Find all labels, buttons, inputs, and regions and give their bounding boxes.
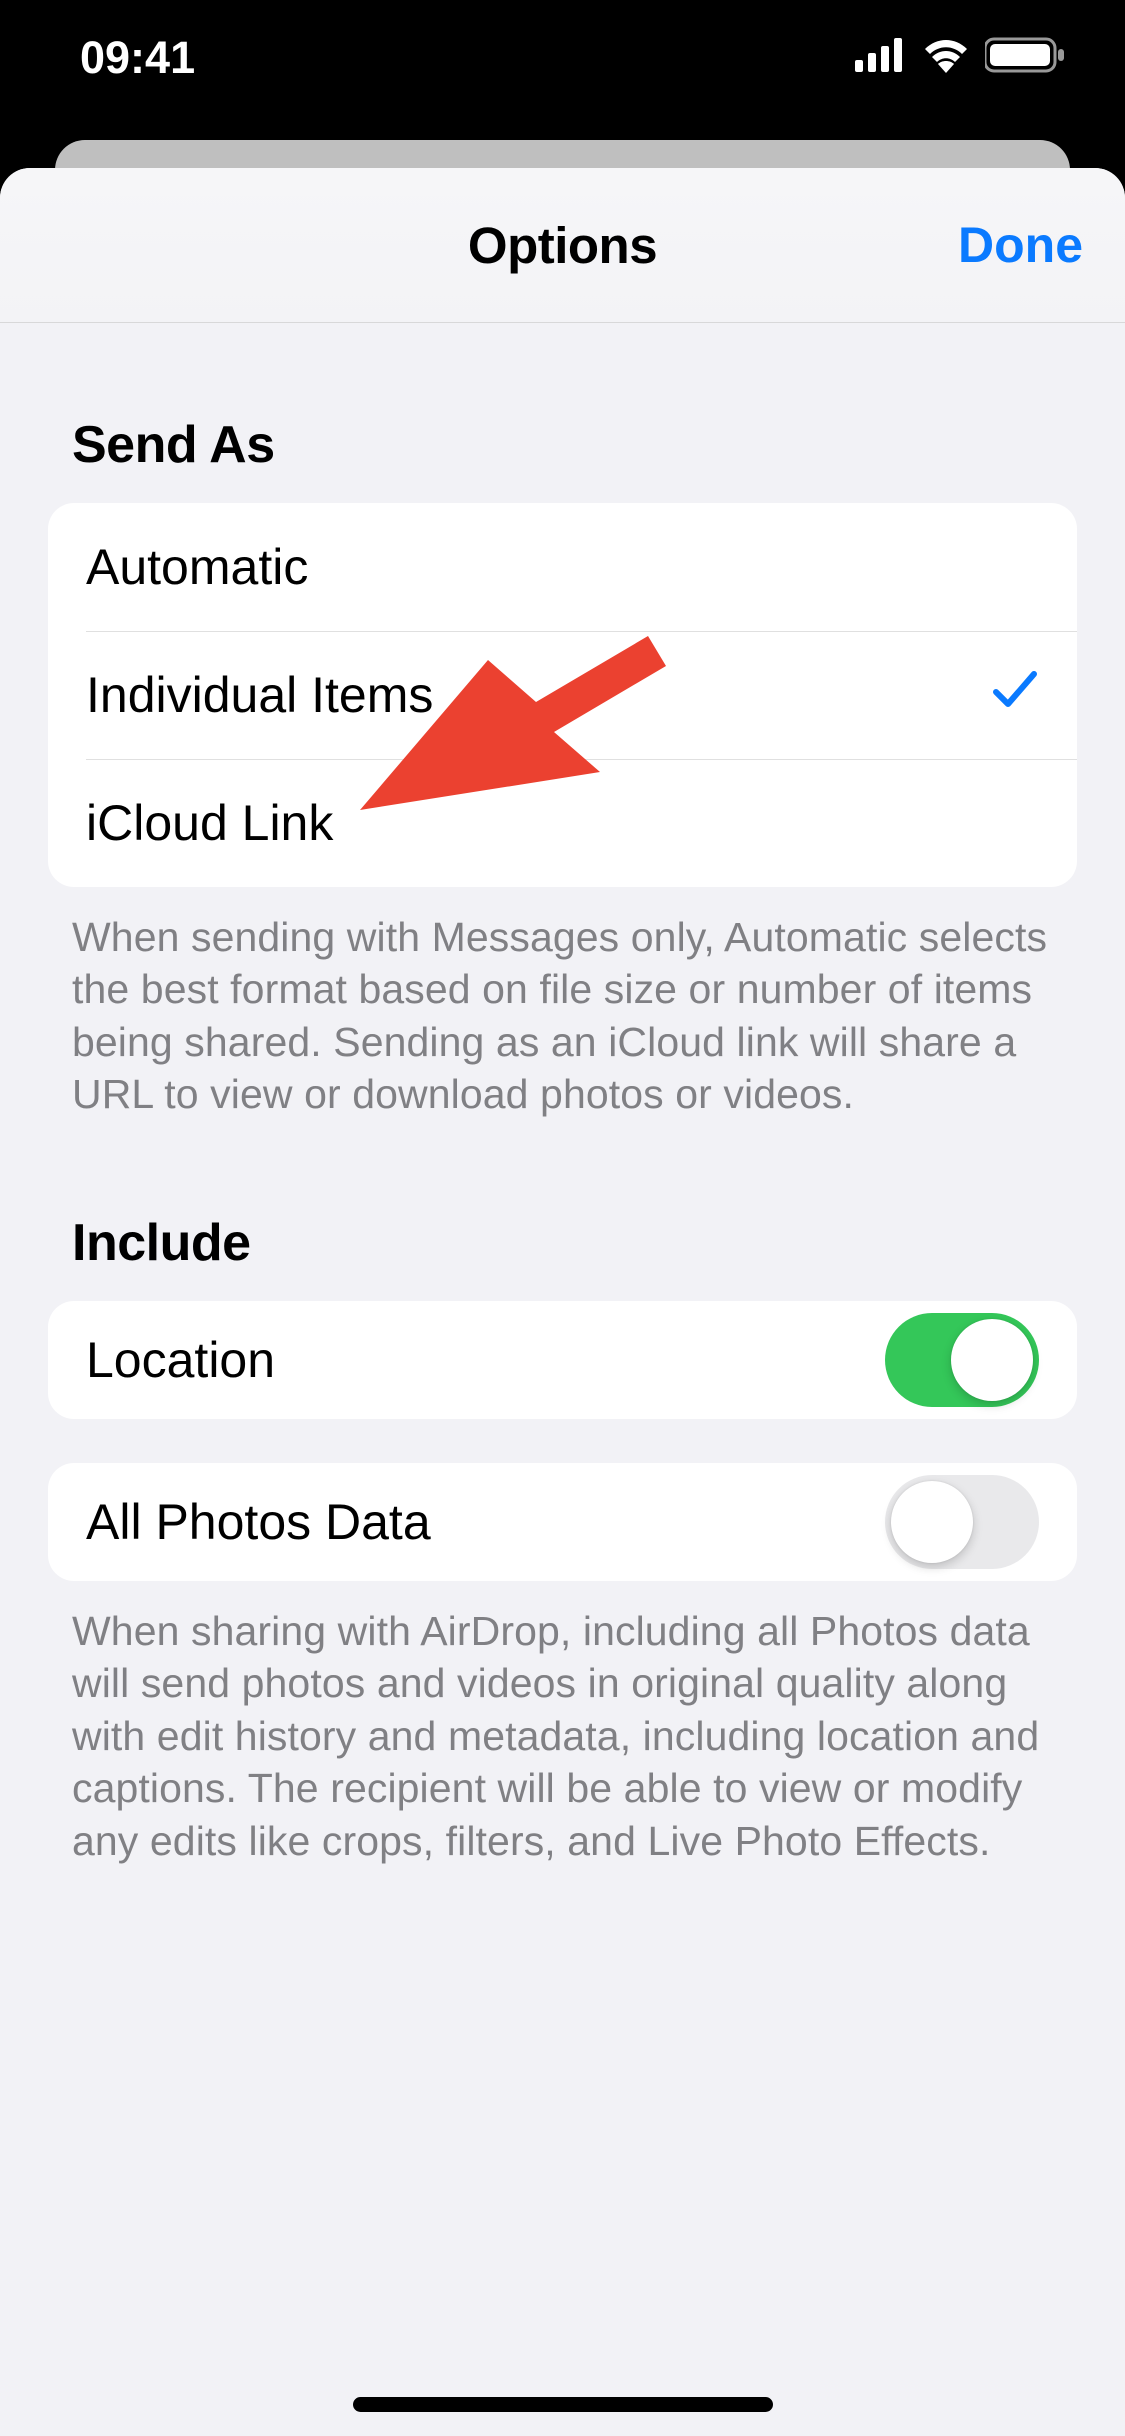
toggle-knob (891, 1481, 973, 1563)
include-location-group: Location (48, 1301, 1077, 1419)
all-photos-data-row: All Photos Data (48, 1463, 1077, 1581)
send-as-list: Automatic Individual Items iCloud Link (48, 503, 1077, 887)
all-photos-data-label: All Photos Data (86, 1493, 431, 1551)
option-label: iCloud Link (86, 794, 333, 852)
page-title: Options (468, 216, 657, 275)
option-automatic[interactable]: Automatic (48, 503, 1077, 631)
include-header: Include (72, 1213, 1077, 1273)
location-label: Location (86, 1331, 275, 1389)
send-as-header: Send As (72, 415, 1077, 475)
include-all-photos-data-group: All Photos Data (48, 1463, 1077, 1581)
option-label: Automatic (86, 538, 308, 596)
option-icloud-link[interactable]: iCloud Link (48, 759, 1077, 887)
nav-bar: Options Done (0, 168, 1125, 323)
option-label: Individual Items (86, 666, 433, 724)
location-toggle[interactable] (885, 1313, 1039, 1407)
content: Send As Automatic Individual Items iClou… (0, 415, 1125, 1867)
status-time: 09:41 (80, 32, 195, 84)
home-indicator[interactable] (353, 2397, 773, 2412)
send-as-footer: When sending with Messages only, Automat… (48, 887, 1077, 1121)
wifi-icon (921, 37, 971, 78)
done-button[interactable]: Done (958, 216, 1083, 274)
all-photos-data-toggle[interactable] (885, 1475, 1039, 1569)
option-individual-items[interactable]: Individual Items (48, 631, 1077, 759)
options-sheet: Options Done Send As Automatic Individua… (0, 168, 1125, 2436)
toggle-knob (951, 1319, 1033, 1401)
cellular-icon (855, 38, 907, 77)
include-footer: When sharing with AirDrop, including all… (48, 1581, 1077, 1867)
location-row: Location (48, 1301, 1077, 1419)
status-bar: 09:41 (0, 0, 1125, 135)
battery-icon (985, 37, 1065, 78)
status-indicators (855, 37, 1065, 78)
checkmark-icon (991, 666, 1039, 724)
